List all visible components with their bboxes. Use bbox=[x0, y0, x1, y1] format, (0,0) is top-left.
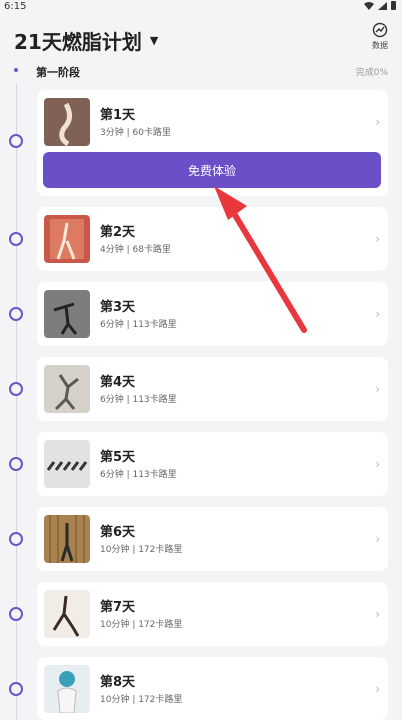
day-radio[interactable] bbox=[9, 134, 23, 148]
day-meta: 6分钟 | 113卡路里 bbox=[100, 320, 177, 330]
day-card[interactable]: 第4天 6分钟 | 113卡路里 › bbox=[37, 357, 388, 421]
chevron-right-icon: › bbox=[375, 682, 380, 696]
day-row-1: 第1天 3分钟 | 60卡路里 › 免费体验 bbox=[0, 90, 402, 200]
chart-icon bbox=[372, 22, 388, 38]
day-thumbnail bbox=[44, 665, 90, 713]
chevron-right-icon: › bbox=[375, 115, 380, 129]
day-thumbnail bbox=[44, 515, 90, 563]
chevron-right-icon: › bbox=[375, 457, 380, 471]
day-card[interactable]: 第1天 3分钟 | 60卡路里 › 免费体验 bbox=[37, 90, 388, 196]
day-row-5: 第5天 6分钟 | 113卡路里 › bbox=[0, 432, 402, 496]
day-thumbnail bbox=[44, 290, 90, 338]
day-radio[interactable] bbox=[9, 382, 23, 396]
day-radio[interactable] bbox=[9, 232, 23, 246]
battery-icon bbox=[391, 1, 396, 10]
day-thumbnail bbox=[44, 98, 90, 146]
day-radio[interactable] bbox=[9, 457, 23, 471]
day-title: 第7天 bbox=[100, 600, 136, 615]
chevron-right-icon: › bbox=[375, 232, 380, 246]
day-card[interactable]: 第3天 6分钟 | 113卡路里 › bbox=[37, 282, 388, 346]
day-radio[interactable] bbox=[9, 307, 23, 321]
day-thumbnail bbox=[44, 590, 90, 638]
day-radio[interactable] bbox=[9, 532, 23, 546]
day-card[interactable]: 第8天 10分钟 | 172卡路里 › bbox=[37, 657, 388, 720]
day-title: 第5天 bbox=[100, 450, 136, 465]
day-title: 第4天 bbox=[100, 375, 136, 390]
caret-down-icon: ▼ bbox=[149, 34, 159, 47]
wifi-icon bbox=[364, 1, 374, 10]
day-row-7: 第7天 10分钟 | 172卡路里 › bbox=[0, 582, 402, 646]
day-meta: 6分钟 | 113卡路里 bbox=[100, 395, 177, 405]
day-card[interactable]: 第5天 6分钟 | 113卡路里 › bbox=[37, 432, 388, 496]
day-meta: 10分钟 | 172卡路里 bbox=[100, 620, 183, 630]
data-button[interactable]: 数据 bbox=[368, 22, 392, 54]
day-card[interactable]: 第6天 10分钟 | 172卡路里 › bbox=[37, 507, 388, 571]
day-title: 第3天 bbox=[100, 300, 136, 315]
signal-icon bbox=[378, 1, 387, 10]
day-title: 第1天 bbox=[100, 108, 136, 123]
plan-title: 21天燃脂计划 bbox=[14, 30, 142, 54]
day-meta: 6分钟 | 113卡路里 bbox=[100, 470, 177, 480]
day-card[interactable]: 第2天 4分钟 | 68卡路里 › bbox=[37, 207, 388, 271]
day-meta: 3分钟 | 60卡路里 bbox=[100, 128, 171, 138]
day-row-2: 第2天 4分钟 | 68卡路里 › bbox=[0, 207, 402, 271]
stage-dot bbox=[14, 68, 18, 72]
status-time: 6:15 bbox=[4, 1, 27, 12]
plan-selector[interactable]: 21天燃脂计划 ▼ bbox=[14, 26, 158, 55]
day-title: 第8天 bbox=[100, 675, 136, 690]
day-row-6: 第6天 10分钟 | 172卡路里 › bbox=[0, 507, 402, 571]
day-meta: 4分钟 | 68卡路里 bbox=[100, 245, 171, 255]
chevron-right-icon: › bbox=[375, 382, 380, 396]
day-thumbnail bbox=[44, 440, 90, 488]
day-row-4: 第4天 6分钟 | 113卡路里 › bbox=[0, 357, 402, 421]
day-row-8: 第8天 10分钟 | 172卡路里 › bbox=[0, 657, 402, 720]
status-icons bbox=[364, 1, 396, 10]
chevron-right-icon: › bbox=[375, 532, 380, 546]
stage-label: 第一阶段 bbox=[36, 66, 80, 79]
day-radio[interactable] bbox=[9, 682, 23, 696]
chevron-right-icon: › bbox=[375, 307, 380, 321]
day-title: 第2天 bbox=[100, 225, 136, 240]
day-meta: 10分钟 | 172卡路里 bbox=[100, 695, 183, 705]
free-trial-button[interactable]: 免费体验 bbox=[43, 152, 381, 188]
day-meta: 10分钟 | 172卡路里 bbox=[100, 545, 183, 555]
day-thumbnail bbox=[44, 215, 90, 263]
day-row-3: 第3天 6分钟 | 113卡路里 › bbox=[0, 282, 402, 346]
stage-header: 第一阶段 完成0% bbox=[0, 60, 402, 82]
day-title: 第6天 bbox=[100, 525, 136, 540]
day-radio[interactable] bbox=[9, 607, 23, 621]
data-label: 数据 bbox=[372, 41, 388, 50]
day-thumbnail bbox=[44, 365, 90, 413]
header: 21天燃脂计划 ▼ 数据 bbox=[0, 20, 402, 56]
day-card[interactable]: 第7天 10分钟 | 172卡路里 › bbox=[37, 582, 388, 646]
status-bar: 6:15 bbox=[0, 0, 402, 14]
stage-progress: 完成0% bbox=[355, 68, 388, 78]
chevron-right-icon: › bbox=[375, 607, 380, 621]
